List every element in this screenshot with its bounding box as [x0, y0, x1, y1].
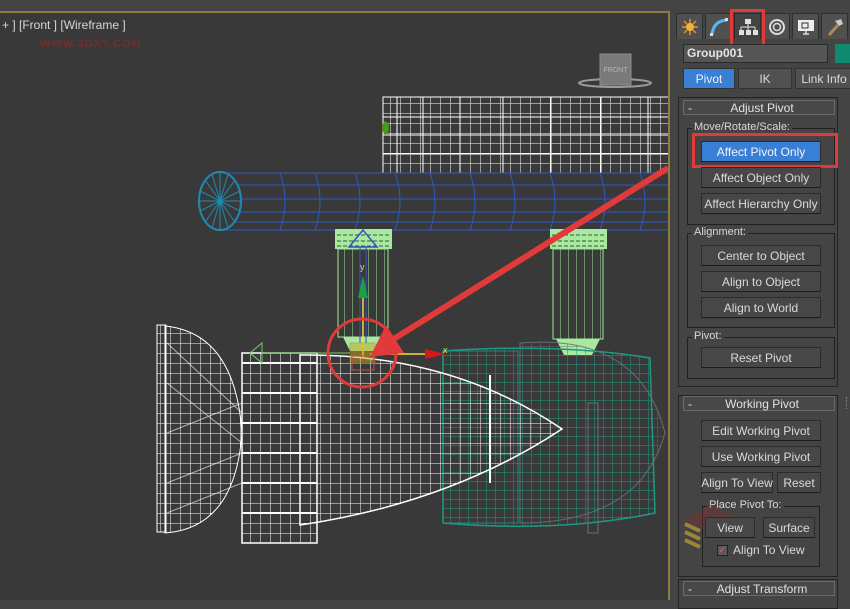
align-to-object-button[interactable]: Align to Object: [701, 271, 821, 292]
place-pivot-view-button[interactable]: View: [705, 517, 755, 538]
hammer-icon: [827, 18, 843, 36]
align-to-view-button[interactable]: Align To View: [701, 472, 773, 493]
center-to-object-button[interactable]: Center to Object: [701, 245, 821, 266]
scene-wireframe[interactable]: FRONT y x: [0, 13, 670, 600]
tab-motion[interactable]: [763, 13, 790, 39]
group-label: Move/Rotate/Scale:: [692, 121, 792, 133]
group-label: Pivot:: [692, 330, 724, 342]
working-pivot-header[interactable]: - Working Pivot: [683, 396, 835, 411]
subtab-pivot[interactable]: Pivot: [683, 68, 735, 89]
adjust-pivot-header[interactable]: - Adjust Pivot: [683, 100, 835, 115]
tab-display[interactable]: [792, 13, 819, 39]
rollout-title: Adjust Pivot: [730, 100, 794, 115]
align-to-view-checkbox-label[interactable]: Align To View: [733, 543, 805, 557]
collapse-icon: -: [688, 581, 692, 596]
subtab-ik[interactable]: IK: [738, 68, 792, 89]
title-strip: [0, 0, 850, 11]
panel-scroll-grip[interactable]: [846, 397, 850, 409]
align-to-view-checkbox[interactable]: ✓: [717, 545, 728, 556]
command-panel-tabs: [676, 13, 848, 39]
cylinder-wireframe: [198, 171, 668, 231]
axis-x-label: x: [443, 345, 448, 355]
lamp-base-wireframe: [156, 324, 318, 544]
hierarchy-icon: [738, 18, 758, 35]
sun-star-icon: [681, 18, 698, 35]
tab-hierarchy[interactable]: [734, 13, 761, 39]
reset-pivot-button[interactable]: Reset Pivot: [701, 347, 821, 368]
watermark: WWW.3DXY.COM: [40, 38, 142, 50]
tab-utilities[interactable]: [821, 13, 848, 39]
align-to-world-button[interactable]: Align to World: [701, 297, 821, 318]
holder-right: [550, 229, 607, 355]
use-working-pivot-button[interactable]: Use Working Pivot: [701, 446, 821, 467]
command-panel: Group001 Pivot IK Link Info - Adjust Piv…: [672, 9, 850, 609]
motion-circle-icon: [768, 18, 785, 35]
axis-y-label: y: [360, 262, 365, 272]
rollout-title: Working Pivot: [725, 396, 799, 411]
object-color-swatch[interactable]: [835, 44, 850, 63]
object-name-field[interactable]: Group001: [683, 44, 828, 63]
front-viewport[interactable]: FRONT y x +] [Front] [Wireframe] WWW.…: [0, 11, 670, 600]
display-monitor-icon: [797, 19, 814, 35]
adjust-transform-header[interactable]: - Adjust Transform: [683, 581, 835, 596]
viewcube-label: FRONT: [603, 67, 628, 74]
tab-create[interactable]: [676, 13, 703, 39]
rollout-title: Adjust Transform: [716, 581, 808, 596]
hierarchy-subtabs: Pivot IK Link Info: [683, 68, 850, 89]
reset-working-pivot-button[interactable]: Reset: [777, 472, 821, 493]
place-pivot-surface-button[interactable]: Surface: [763, 517, 815, 538]
collapse-icon: -: [688, 100, 692, 115]
viewport-label[interactable]: + ] [Front ] [Wireframe ]: [2, 18, 126, 32]
viewcube[interactable]: FRONT: [578, 53, 652, 88]
affect-pivot-only-button[interactable]: Affect Pivot Only: [701, 141, 821, 162]
collapse-icon: -: [688, 396, 692, 411]
affect-hierarchy-only-button[interactable]: Affect Hierarchy Only: [701, 193, 821, 214]
modify-arc-icon: [709, 17, 728, 36]
tab-modify[interactable]: [705, 13, 732, 39]
box-wireframe: [382, 96, 668, 174]
edit-working-pivot-button[interactable]: Edit Working Pivot: [701, 420, 821, 441]
affect-object-only-button[interactable]: Affect Object Only: [701, 167, 821, 188]
group-label: Alignment:: [692, 226, 748, 238]
subtab-link-info[interactable]: Link Info: [795, 68, 850, 89]
